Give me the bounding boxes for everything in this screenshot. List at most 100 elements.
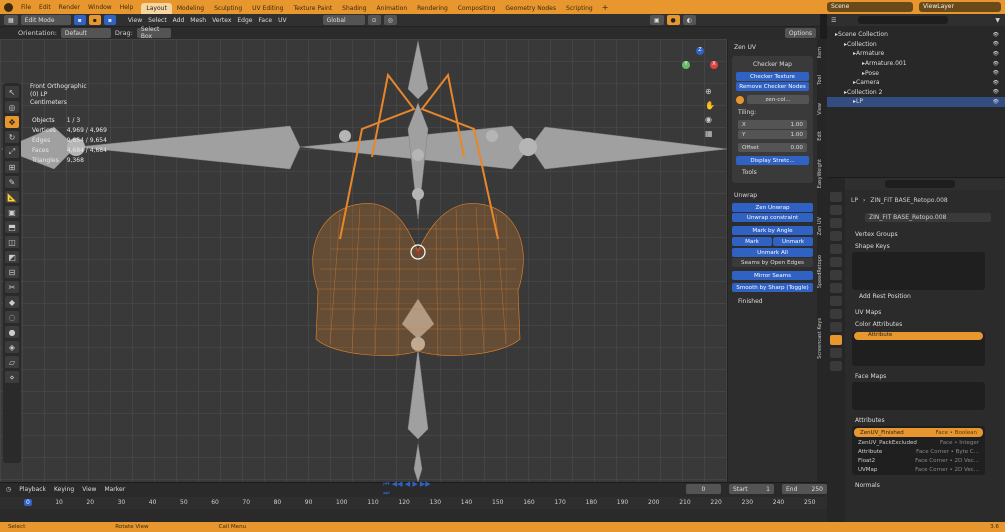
outliner-item[interactable]: ▸ LP 👁: [827, 97, 1005, 107]
tab-animation[interactable]: Animation: [372, 3, 413, 14]
options-button[interactable]: Options: [784, 28, 816, 38]
viewport-menu-uv[interactable]: UV: [275, 17, 290, 24]
visibility-icon[interactable]: 👁: [993, 61, 999, 67]
mesh-name-field[interactable]: ZIN_FIT BASE_Retopo.008: [865, 213, 991, 222]
outliner-item[interactable]: ▸ Camera 👁: [827, 78, 1005, 88]
attribute-row[interactable]: ZenUV_PackExcluded Face • Integer: [852, 438, 985, 447]
viewport-menu-mesh[interactable]: Mesh: [187, 17, 209, 24]
inset-icon[interactable]: ◫: [5, 236, 19, 248]
orientation-dropdown[interactable]: Default: [60, 28, 111, 38]
rotate-icon[interactable]: ↻: [5, 131, 19, 143]
tab-scripting[interactable]: Scripting: [561, 3, 598, 14]
select-mode-vertex[interactable]: ▪: [73, 15, 86, 25]
sidebar-tab-edit[interactable]: Edit: [817, 131, 827, 141]
finished-subpanel[interactable]: Finished: [728, 295, 817, 308]
scene-selector[interactable]: Scene: [827, 2, 913, 12]
normals-panel[interactable]: Normals: [827, 479, 1005, 491]
outliner-item[interactable]: ▸ Collection 👁: [827, 40, 1005, 50]
uv-maps-panel[interactable]: UV Maps: [827, 306, 1005, 318]
display-stretch-button[interactable]: Display Stretc...: [736, 156, 809, 165]
vertex-groups-panel[interactable]: Vertex Groups: [827, 228, 1005, 240]
frame-ruler[interactable]: 0 10 20 30 40 50 60 70 80 90 100 110 120 130 140 150 160…: [0, 497, 827, 509]
viewport-menu-vertex[interactable]: Vertex: [209, 17, 234, 24]
attributes-list[interactable]: ZenUV_Finished Face • Boolean ZenUV_PackEx…: [852, 426, 985, 475]
zoom-icon[interactable]: ⊕: [705, 87, 715, 96]
unmark-button[interactable]: Unmark: [773, 237, 813, 246]
poly-build-icon[interactable]: ◆: [5, 296, 19, 308]
smooth-by-sharp-button[interactable]: Smooth by Sharp (Toggle): [732, 283, 813, 292]
face-maps-list[interactable]: [852, 382, 985, 410]
rip-icon[interactable]: ⋄: [5, 371, 19, 383]
sidebar-tab-easyweight[interactable]: EasyWeight: [817, 159, 827, 188]
shape-keys-panel[interactable]: Shape Keys: [827, 240, 1005, 252]
visibility-icon[interactable]: 👁: [993, 89, 999, 95]
texture-dropdown[interactable]: zen-col...: [747, 95, 809, 104]
tab-sculpting[interactable]: Sculpting: [209, 3, 247, 14]
tab-uv-editing[interactable]: UV Editing: [247, 3, 288, 14]
attribute-row[interactable]: Attribute Face Corner • Byte C...: [852, 447, 985, 456]
tool-props-icon[interactable]: [830, 192, 842, 202]
current-frame-field[interactable]: 0: [685, 484, 721, 494]
unmark-all-button[interactable]: Unmark All: [732, 248, 813, 257]
tiling-x-field[interactable]: X 1.00: [738, 120, 807, 129]
tab-texture-paint[interactable]: Texture Paint: [288, 3, 337, 14]
attributes-panel[interactable]: Attributes: [827, 414, 1005, 426]
mark-button[interactable]: Mark: [732, 237, 772, 246]
tab-modeling[interactable]: Modeling: [172, 3, 209, 14]
viewport-menu-add[interactable]: Add: [170, 17, 188, 24]
visibility-icon[interactable]: 👁: [993, 99, 999, 105]
attribute-row[interactable]: ZenUV_Finished Face • Boolean: [854, 428, 983, 437]
zen-unwrap-button[interactable]: Zen Unwrap: [732, 203, 813, 212]
tab-layout[interactable]: Layout: [141, 3, 172, 14]
blender-logo-icon[interactable]: [4, 2, 13, 12]
spin-icon[interactable]: ◌: [5, 311, 19, 323]
seams-by-open-edges-button[interactable]: Seams by Open Edges: [732, 258, 813, 267]
shrink-icon[interactable]: ◈: [5, 341, 19, 353]
sidebar-tab-screencast-keys[interactable]: Screencast Keys: [817, 318, 827, 359]
viewport-menu-face[interactable]: Face: [256, 17, 276, 24]
playback-controls[interactable]: ⏮ ◀◀ ◀ ▶ ▶▶ ⏭: [383, 480, 438, 498]
start-frame-field[interactable]: Start 1: [729, 484, 774, 494]
select-box-icon[interactable]: ↖: [5, 86, 19, 98]
gizmo-y[interactable]: Y: [682, 61, 690, 69]
timeline-menu-marker[interactable]: Marker: [104, 486, 125, 493]
perspective-toggle-icon[interactable]: ▦: [705, 129, 715, 138]
color-attributes-panel[interactable]: Color Attributes: [827, 318, 1005, 330]
extrude-icon[interactable]: ⬒: [5, 221, 19, 233]
add-workspace-icon[interactable]: +: [602, 3, 609, 12]
mark-by-angle-button[interactable]: Mark by Angle: [732, 226, 813, 235]
outliner-item[interactable]: ▸ Scene Collection 👁: [827, 30, 1005, 40]
view-layer-selector[interactable]: ViewLayer: [919, 2, 1001, 12]
sidebar-tab-item[interactable]: Item: [817, 47, 827, 58]
tab-rendering[interactable]: Rendering: [412, 3, 453, 14]
sidebar-tab-tool[interactable]: Tool: [817, 75, 827, 85]
viewport-menu-view[interactable]: View: [125, 17, 145, 24]
scale-icon[interactable]: ⤢: [5, 146, 19, 158]
outliner-item[interactable]: ▸ Armature.001 👁: [827, 59, 1005, 69]
viewport-menu-select[interactable]: Select: [145, 17, 170, 24]
timeline-menu-view[interactable]: View: [82, 486, 96, 493]
sidebar-tab-speedretopo[interactable]: SpeedRetopo: [817, 255, 827, 288]
move-icon[interactable]: ✥: [5, 116, 19, 128]
visibility-icon[interactable]: 👁: [993, 80, 999, 86]
visibility-icon[interactable]: 👁: [993, 32, 999, 38]
bevel-icon[interactable]: ◩: [5, 251, 19, 263]
measure-icon[interactable]: 📐: [5, 191, 19, 203]
proportional-editing-icon[interactable]: ◎: [383, 15, 397, 25]
properties-search[interactable]: [885, 180, 955, 188]
attribute-row[interactable]: Float2 Face Corner • 2D Vec...: [852, 456, 985, 465]
drag-dropdown[interactable]: Select Box: [136, 26, 171, 40]
viewport-menu-edge[interactable]: Edge: [234, 17, 255, 24]
outliner-item[interactable]: ▸ Armature 👁: [827, 49, 1005, 59]
visibility-icon[interactable]: 👁: [993, 41, 999, 47]
gizmo-x[interactable]: X: [710, 61, 718, 69]
sidebar-tab-view[interactable]: View: [817, 103, 827, 115]
visibility-icon[interactable]: 👁: [993, 70, 999, 76]
gizmo-z[interactable]: Z: [696, 47, 704, 55]
tab-shading[interactable]: Shading: [337, 3, 371, 14]
tab-geometry-nodes[interactable]: Geometry Nodes: [500, 3, 561, 14]
offset-field[interactable]: Offset 0.00: [738, 143, 807, 152]
end-frame-field[interactable]: End 250: [782, 484, 827, 494]
outliner-editor-icon[interactable]: ☰: [831, 17, 836, 24]
outliner-search-field[interactable]: [858, 16, 949, 24]
